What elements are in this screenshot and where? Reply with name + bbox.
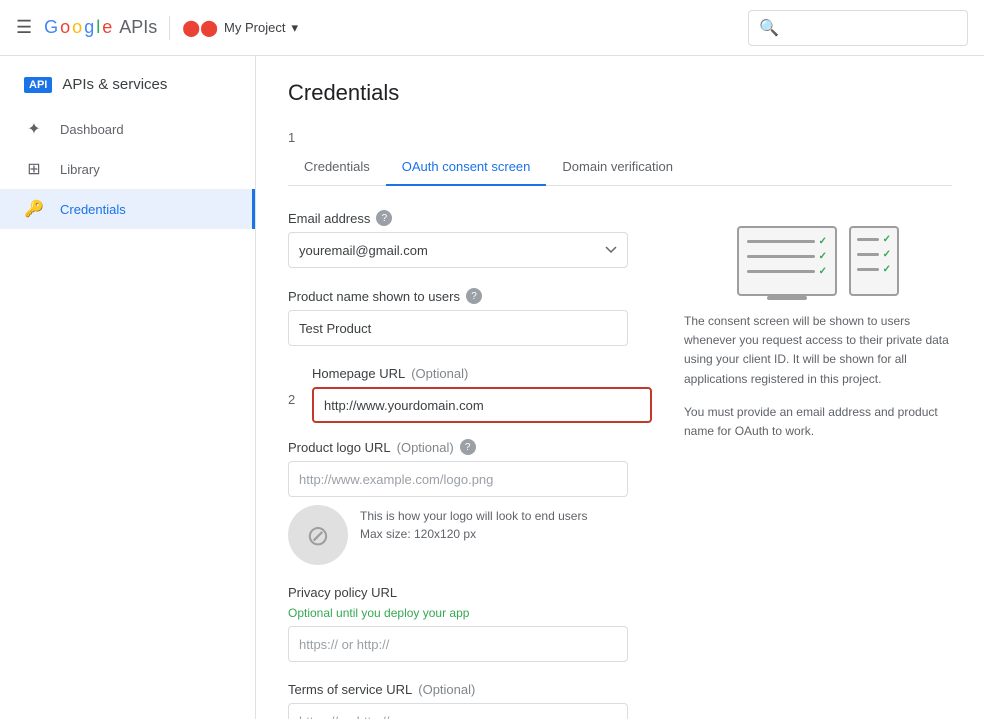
tos-label-text: Terms of service URL	[288, 682, 412, 697]
logo-url-label: Product logo URL (Optional) ?	[288, 439, 652, 455]
sidebar: API APIs & services ✦ Dashboard ⊞ Librar…	[0, 56, 256, 719]
topbar: ☰ Google APIs ⬤⬤ My Project ▾ 🔍	[0, 0, 984, 56]
form-column: Email address ? youremail@gmail.com Prod…	[288, 210, 652, 719]
homepage-optional-text: (Optional)	[411, 366, 468, 381]
tos-label-row: Terms of service URL (Optional)	[288, 682, 652, 697]
page-title: Credentials	[288, 80, 952, 106]
logo-o2: o	[72, 17, 82, 38]
logo-g2: g	[84, 17, 94, 38]
privacy-input[interactable]	[288, 626, 628, 662]
sidebar-item-library[interactable]: ⊞ Library	[0, 149, 255, 189]
divider	[169, 16, 170, 40]
homepage-label: Homepage URL (Optional)	[312, 366, 652, 381]
credentials-icon: 🔑	[24, 199, 44, 219]
main-content: Credentials 1 Credentials OAuth consent …	[256, 56, 984, 719]
email-help-icon[interactable]: ?	[376, 210, 392, 226]
privacy-sublabel: Optional until you deploy your app	[288, 606, 652, 620]
tos-group: Terms of service URL (Optional)	[288, 682, 652, 719]
two-col-layout: Email address ? youremail@gmail.com Prod…	[288, 210, 952, 719]
product-name-help-icon[interactable]: ?	[466, 288, 482, 304]
topbar-left: ☰ Google APIs ⬤⬤ My Project ▾	[16, 16, 298, 40]
privacy-label-text: Privacy policy URL	[288, 585, 397, 600]
tabs-bar: Credentials OAuth consent screen Domain …	[288, 149, 952, 186]
sidebar-item-credentials[interactable]: 🔑 Credentials	[0, 189, 255, 229]
laptop-device: ✓ ✓ ✓	[737, 226, 837, 296]
hamburger-menu[interactable]: ☰	[16, 17, 32, 38]
sidebar-title: APIs & services	[62, 76, 167, 93]
project-selector[interactable]: ⬤⬤ My Project ▾	[182, 18, 298, 38]
dashboard-icon: ✦	[24, 119, 44, 139]
homepage-input[interactable]	[312, 387, 652, 423]
sidebar-label-credentials: Credentials	[60, 202, 126, 217]
logo-size-text: Max size: 120x120 px	[360, 527, 587, 541]
logo-url-label-text: Product logo URL	[288, 440, 391, 455]
product-name-group: Product name shown to users ?	[288, 288, 652, 346]
tos-optional-text: (Optional)	[418, 682, 475, 697]
tab-domain[interactable]: Domain verification	[546, 149, 689, 186]
tab-domain-label: Domain verification	[562, 159, 673, 174]
tab-credentials-label: Credentials	[304, 159, 370, 174]
sidebar-label-library: Library	[60, 162, 100, 177]
logo-l: l	[96, 17, 100, 38]
tab-credentials[interactable]: Credentials	[288, 149, 386, 186]
logo-url-input[interactable]	[288, 461, 628, 497]
sidebar-label-dashboard: Dashboard	[60, 122, 124, 137]
email-label-text: Email address	[288, 211, 370, 226]
phone-line-2: ✓	[857, 249, 891, 260]
tos-input[interactable]	[288, 703, 628, 719]
google-logo: Google APIs	[44, 17, 157, 38]
project-name: My Project	[224, 20, 285, 35]
chevron-down-icon: ▾	[291, 20, 298, 36]
homepage-group: Homepage URL (Optional)	[312, 366, 652, 423]
product-name-label: Product name shown to users ?	[288, 288, 652, 304]
logo-g1: G	[44, 17, 58, 38]
sidebar-item-dashboard[interactable]: ✦ Dashboard	[0, 109, 255, 149]
step2-label: 2	[288, 366, 304, 407]
logo-help-icon[interactable]: ?	[460, 439, 476, 455]
privacy-label-row: Privacy policy URL	[288, 585, 652, 600]
logo-optional-text: (Optional)	[397, 440, 454, 455]
product-name-label-text: Product name shown to users	[288, 289, 460, 304]
phone-line-3: ✓	[857, 264, 891, 275]
logo-hint-block: This is how your logo will look to end u…	[360, 505, 587, 541]
info-text-2: You must provide an email address and pr…	[684, 403, 952, 441]
consent-illustration: ✓ ✓ ✓ ✓	[684, 226, 952, 296]
email-select[interactable]: youremail@gmail.com	[288, 232, 628, 268]
email-label: Email address ?	[288, 210, 652, 226]
privacy-group: Privacy policy URL Optional until you de…	[288, 585, 652, 662]
apis-text: APIs	[114, 17, 157, 38]
logo-placeholder-icon: ⊘	[288, 505, 348, 565]
info-text-1: The consent screen will be shown to user…	[684, 312, 952, 389]
homepage-label-text: Homepage URL	[312, 366, 405, 381]
email-group: Email address ? youremail@gmail.com	[288, 210, 652, 268]
logo-o1: o	[60, 17, 70, 38]
screen-line-1: ✓	[747, 236, 827, 247]
api-badge: API	[24, 77, 52, 93]
main-layout: API APIs & services ✦ Dashboard ⊞ Librar…	[0, 56, 984, 719]
phone-line-1: ✓	[857, 234, 891, 245]
phone-device: ✓ ✓ ✓	[849, 226, 899, 296]
info-column: ✓ ✓ ✓ ✓	[684, 210, 952, 719]
logo-preview: ⊘ This is how your logo will look to end…	[288, 505, 652, 565]
library-icon: ⊞	[24, 159, 44, 179]
screen-line-2: ✓	[747, 251, 827, 262]
step1-label: 1	[288, 130, 304, 145]
logo-e: e	[102, 17, 112, 38]
search-box[interactable]: 🔍	[748, 10, 968, 46]
product-name-input[interactable]	[288, 310, 628, 346]
tab-oauth-label: OAuth consent screen	[402, 159, 531, 174]
project-icon: ⬤⬤	[182, 18, 218, 38]
logo-url-group: Product logo URL (Optional) ? ⊘ This is …	[288, 439, 652, 565]
search-icon: 🔍	[759, 18, 779, 38]
screen-line-3: ✓	[747, 266, 827, 277]
sidebar-header: API APIs & services	[0, 64, 255, 109]
logo-hint-text: This is how your logo will look to end u…	[360, 509, 587, 523]
tab-oauth-consent[interactable]: OAuth consent screen	[386, 149, 547, 186]
